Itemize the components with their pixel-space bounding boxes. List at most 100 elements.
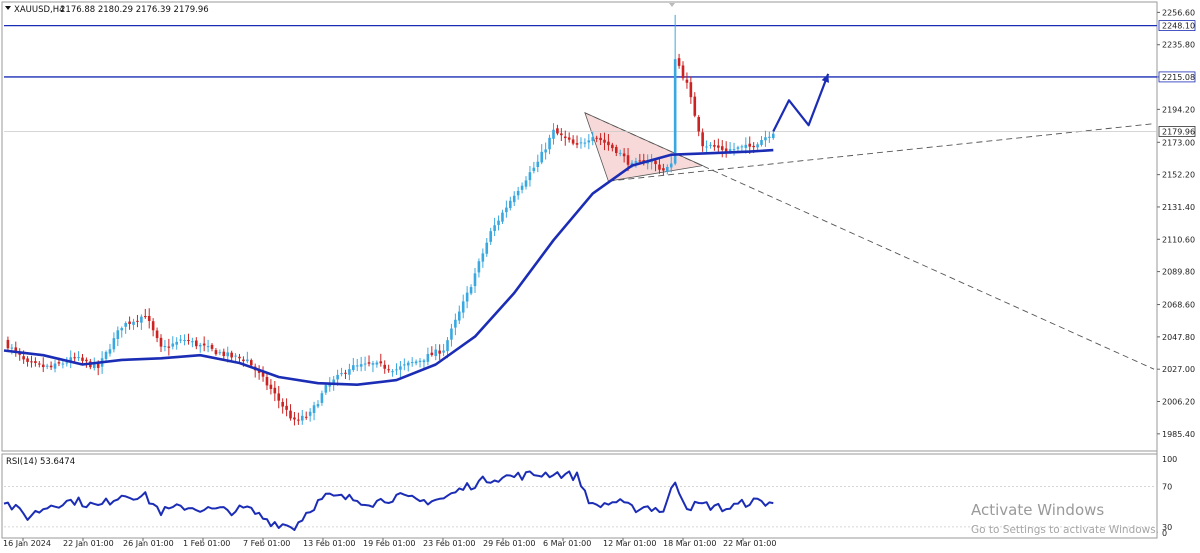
candle-body	[556, 128, 559, 134]
candle-body	[662, 168, 665, 171]
candle-body	[285, 405, 288, 410]
candle-body	[481, 253, 485, 262]
candle-body	[352, 365, 355, 370]
candle-body	[461, 301, 465, 313]
candle-body	[108, 349, 112, 354]
candle-body	[579, 142, 583, 144]
price-tag-label: 2215.08	[1162, 73, 1195, 82]
candle-body	[195, 340, 198, 347]
candle-body	[171, 343, 175, 347]
candle-body	[85, 359, 88, 362]
candle-body	[603, 139, 606, 143]
candle-body	[383, 364, 387, 369]
candle-body	[308, 411, 312, 416]
candle-body	[371, 363, 375, 365]
candle-body	[685, 79, 689, 83]
candle-body	[6, 339, 10, 349]
candle-body	[49, 365, 53, 368]
candle-body	[567, 137, 571, 140]
candle-body	[744, 144, 748, 148]
candle-body	[120, 328, 124, 331]
candle-body	[752, 145, 755, 148]
candle-body	[626, 155, 630, 165]
candle-body	[509, 200, 512, 209]
watermark-subtitle: Go to Settings to activate Windows.	[971, 524, 1159, 536]
candle-body	[348, 369, 351, 375]
candle-body	[297, 419, 300, 421]
candle-body	[324, 385, 328, 393]
candle-body	[768, 136, 771, 138]
candle-body	[249, 360, 253, 366]
candle-body	[403, 364, 406, 366]
y-tick-label: 2194.20	[1162, 105, 1195, 114]
candle-body	[234, 355, 237, 357]
candle-body	[493, 225, 496, 232]
candle-body	[312, 405, 316, 413]
candle-body	[418, 360, 422, 362]
candle-body	[532, 167, 536, 172]
candle-body	[705, 146, 708, 148]
candle-body	[454, 319, 457, 328]
candle-body	[512, 195, 516, 203]
candle-body	[764, 137, 767, 141]
candle-body	[673, 59, 677, 164]
candle-body	[53, 363, 57, 369]
candle-body	[124, 323, 127, 327]
candle-body	[147, 315, 151, 321]
candle-body	[226, 352, 230, 357]
candle-body	[544, 149, 547, 153]
x-tick-label: 16 Jan 2024	[3, 539, 51, 548]
candle-body	[681, 65, 685, 79]
candle-body	[61, 363, 65, 365]
candle-body	[552, 129, 555, 139]
y-tick-label: 2068.60	[1162, 301, 1195, 310]
candle-body	[289, 410, 292, 419]
y-tick-label: 2027.00	[1162, 365, 1195, 374]
candle-body	[540, 151, 544, 163]
candle-body	[214, 350, 218, 355]
candle-body	[316, 404, 320, 407]
candle-body	[155, 330, 159, 339]
candle-body	[736, 147, 740, 149]
candle-body	[375, 362, 379, 365]
x-tick-label: 22 Mar 01:00	[723, 539, 776, 548]
candle-body	[501, 212, 504, 222]
candle-body	[300, 415, 304, 421]
candle-body	[10, 347, 14, 349]
candle-body	[717, 145, 720, 148]
x-tick-label: 7 Feb 01:00	[243, 539, 290, 548]
candle-body	[728, 149, 732, 152]
y-tick-label: 2047.80	[1162, 333, 1195, 342]
candle-body	[430, 352, 434, 356]
candle-body	[587, 140, 591, 143]
y-tick-label: 2131.40	[1162, 203, 1195, 212]
candle-body	[242, 359, 245, 362]
rsi-tick-label: 100	[1162, 455, 1177, 464]
candle-body	[151, 321, 155, 331]
candle-body	[406, 362, 410, 366]
candle-body	[116, 330, 120, 339]
candle-body	[666, 166, 669, 172]
candle-body	[654, 160, 657, 165]
candle-body	[724, 148, 728, 152]
candle-body	[516, 190, 520, 196]
x-tick-label: 23 Feb 01:00	[423, 539, 475, 548]
candle-body	[689, 82, 693, 98]
candle-body	[179, 339, 182, 341]
candle-body	[26, 358, 29, 362]
candle-body	[450, 328, 453, 340]
candle-body	[489, 231, 492, 242]
rsi-tick-label: 0	[1162, 529, 1167, 538]
candle-body	[563, 136, 567, 139]
candle-body	[477, 261, 481, 273]
candle-body	[732, 149, 736, 151]
candle-body	[45, 365, 49, 367]
candle-body	[599, 137, 602, 141]
candle-body	[457, 311, 461, 321]
x-tick-label: 13 Feb 01:00	[303, 539, 355, 548]
candle-body	[634, 161, 638, 163]
candle-body	[520, 185, 524, 190]
candle-body	[265, 376, 269, 386]
candle-body	[658, 164, 661, 170]
candle-body	[167, 346, 171, 348]
